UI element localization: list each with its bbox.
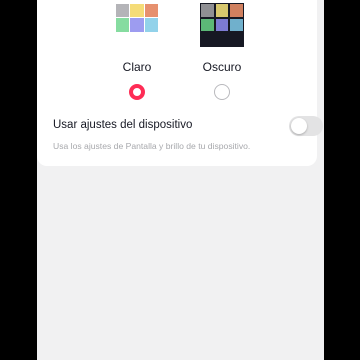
preview-cell bbox=[215, 33, 229, 46]
preview-cell bbox=[230, 18, 243, 32]
light-theme-preview bbox=[116, 4, 158, 46]
display-settings-screen: Claro Oscuro Usar ajustes del dispositiv… bbox=[37, 0, 324, 360]
toggle-knob bbox=[291, 118, 307, 134]
preview-cell bbox=[144, 4, 158, 18]
radio-light-selected[interactable] bbox=[129, 84, 145, 100]
theme-option-light[interactable]: Claro bbox=[92, 0, 182, 110]
preview-cell bbox=[130, 4, 144, 18]
theme-label-light: Claro bbox=[122, 60, 152, 74]
preview-cell bbox=[116, 18, 130, 32]
preview-cell bbox=[144, 18, 158, 32]
preview-cell bbox=[116, 33, 129, 46]
radio-dark-unselected[interactable] bbox=[214, 84, 230, 100]
preview-cell bbox=[215, 4, 229, 17]
device-settings-description: Usa los ajustes de Pantalla y brillo de … bbox=[53, 141, 251, 151]
dark-theme-preview bbox=[200, 3, 244, 47]
preview-cell bbox=[230, 33, 243, 46]
preview-cell bbox=[230, 4, 243, 17]
preview-cell bbox=[201, 18, 214, 32]
device-settings-row[interactable]: Usar ajustes del dispositivo bbox=[53, 116, 323, 138]
preview-cell bbox=[130, 18, 144, 32]
preview-cell bbox=[201, 33, 214, 46]
device-settings-toggle[interactable] bbox=[289, 116, 323, 136]
preview-cell bbox=[116, 4, 130, 18]
device-settings-label: Usar ajustes del dispositivo bbox=[53, 119, 193, 131]
theme-card: Claro Oscuro Usar ajustes del dispositiv… bbox=[37, 0, 323, 166]
theme-label-dark: Oscuro bbox=[202, 60, 242, 74]
theme-option-dark[interactable]: Oscuro bbox=[177, 0, 267, 110]
preview-cell bbox=[145, 33, 158, 46]
preview-cell bbox=[215, 18, 229, 32]
preview-cell bbox=[201, 4, 214, 17]
preview-cell bbox=[130, 33, 143, 46]
